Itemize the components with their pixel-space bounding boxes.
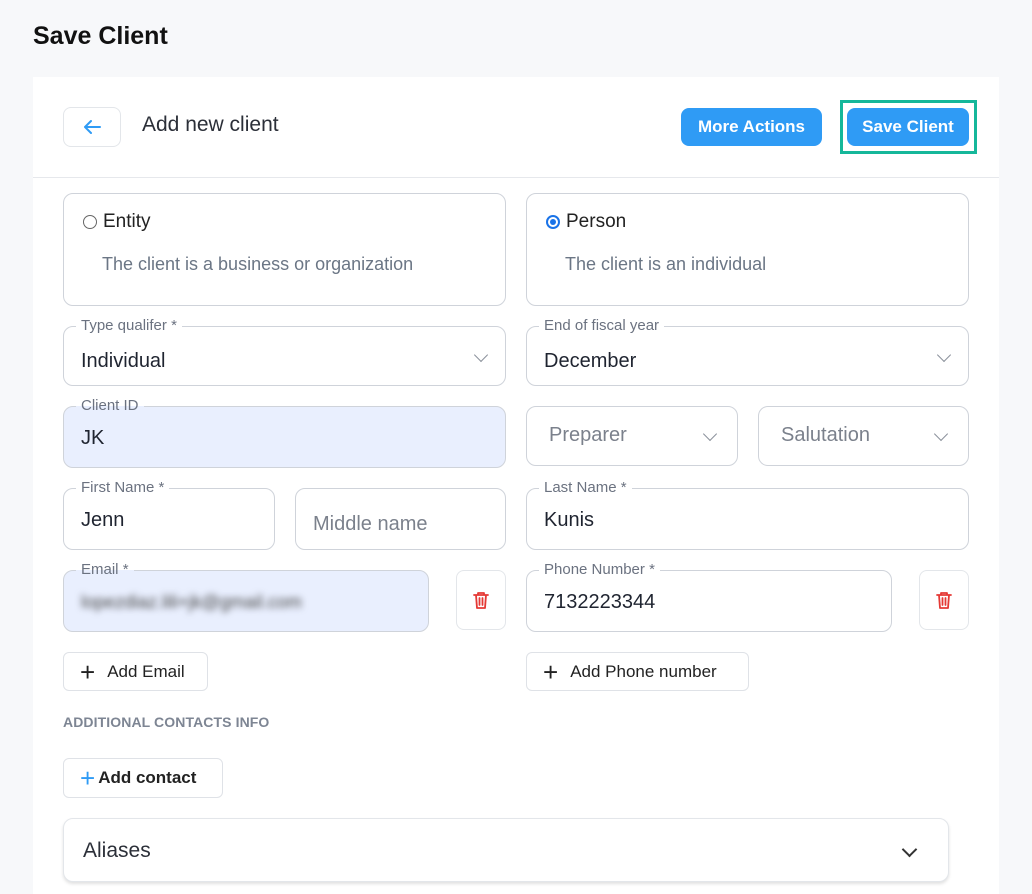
middle-name-field[interactable]: Middle name xyxy=(295,488,506,550)
chevron-down-icon xyxy=(901,841,918,858)
more-actions-button[interactable]: More Actions xyxy=(681,108,822,146)
person-description: The client is an individual xyxy=(565,254,767,274)
save-client-button[interactable]: Save Client xyxy=(847,108,969,146)
client-id-label: Client ID xyxy=(76,397,144,415)
chevron-down-icon xyxy=(473,347,489,363)
client-id-value: JK xyxy=(81,427,105,449)
aliases-label: Aliases xyxy=(83,839,151,862)
first-name-field[interactable]: First Name * Jenn xyxy=(63,479,275,550)
preparer-placeholder: Preparer xyxy=(549,424,627,446)
plus-icon: + xyxy=(80,656,96,687)
required-mark: * xyxy=(171,317,177,334)
email-label-text: Email xyxy=(81,561,119,578)
first-name-label-text: First Name xyxy=(81,479,155,496)
person-option[interactable]: Person The client is an individual xyxy=(526,193,969,306)
first-name-value: Jenn xyxy=(81,509,125,531)
required-mark: * xyxy=(649,561,655,578)
preparer-select[interactable]: Preparer xyxy=(526,406,738,466)
fiscal-year-select[interactable]: End of fiscal year December xyxy=(526,317,969,386)
entity-label: Entity xyxy=(103,211,151,232)
salutation-select[interactable]: Salutation xyxy=(758,406,969,466)
chevron-down-icon xyxy=(936,347,952,363)
last-name-label-text: Last Name xyxy=(544,479,617,496)
arrow-left-icon xyxy=(84,120,101,134)
add-contact-label: Add contact xyxy=(98,768,197,787)
phone-field[interactable]: Phone Number * 7132223344 xyxy=(526,561,892,632)
required-mark: * xyxy=(620,479,627,496)
plus-icon: + xyxy=(543,656,559,687)
delete-phone-button[interactable] xyxy=(919,570,969,630)
plus-icon: + xyxy=(80,763,96,793)
add-phone-label: Add Phone number xyxy=(570,661,717,681)
chevron-down-icon xyxy=(933,426,949,442)
first-name-label: First Name * xyxy=(76,479,170,497)
delete-email-button[interactable] xyxy=(456,570,506,630)
email-label: Email * xyxy=(76,561,134,579)
chevron-down-icon xyxy=(702,426,718,442)
add-phone-button[interactable]: + Add Phone number xyxy=(526,652,749,691)
salutation-placeholder: Salutation xyxy=(781,424,870,446)
page-title: Save Client xyxy=(33,22,168,50)
last-name-field[interactable]: Last Name * Kunis xyxy=(526,479,969,550)
form-title: Add new client xyxy=(142,113,279,136)
type-qualifier-select[interactable]: Type qualifer * Individual xyxy=(63,317,506,386)
type-qualifier-value: Individual xyxy=(81,350,166,372)
entity-description: The client is a business or organization xyxy=(102,254,414,274)
fiscal-year-label: End of fiscal year xyxy=(539,317,665,335)
additional-contacts-heading: ADDITIONAL CONTACTS INFO xyxy=(63,714,270,730)
back-button[interactable] xyxy=(63,107,121,147)
client-id-field[interactable]: Client ID JK xyxy=(63,397,506,468)
email-field[interactable]: Email * lopezdiaz.lili+jk@gmail.com xyxy=(63,561,429,632)
entity-radio[interactable] xyxy=(83,215,97,229)
phone-label-text: Phone Number xyxy=(544,561,645,578)
aliases-accordion[interactable]: Aliases xyxy=(63,818,949,882)
add-email-button[interactable]: + Add Email xyxy=(63,652,208,691)
type-qualifier-label-text: Type qualifer xyxy=(81,317,167,334)
middle-name-placeholder: Middle name xyxy=(313,513,428,535)
person-radio[interactable] xyxy=(546,215,560,229)
required-mark: * xyxy=(122,561,129,578)
required-mark: * xyxy=(158,479,165,496)
type-qualifier-label: Type qualifer * xyxy=(76,317,182,335)
trash-icon xyxy=(473,592,489,609)
add-contact-button[interactable]: + Add contact xyxy=(63,758,223,798)
last-name-label: Last Name * xyxy=(539,479,632,497)
fiscal-year-value: December xyxy=(544,350,637,372)
entity-option[interactable]: Entity The client is a business or organ… xyxy=(63,193,506,306)
phone-label: Phone Number * xyxy=(539,561,660,579)
trash-icon xyxy=(936,592,952,609)
email-value: lopezdiaz.lili+jk@gmail.com xyxy=(81,592,302,612)
phone-value: 7132223344 xyxy=(544,591,656,613)
add-email-label: Add Email xyxy=(107,661,185,681)
person-label: Person xyxy=(566,211,627,232)
last-name-value: Kunis xyxy=(544,509,595,531)
client-form-card: Add new client More Actions Save Client … xyxy=(33,77,999,894)
form-header: Add new client More Actions Save Client xyxy=(33,77,999,178)
